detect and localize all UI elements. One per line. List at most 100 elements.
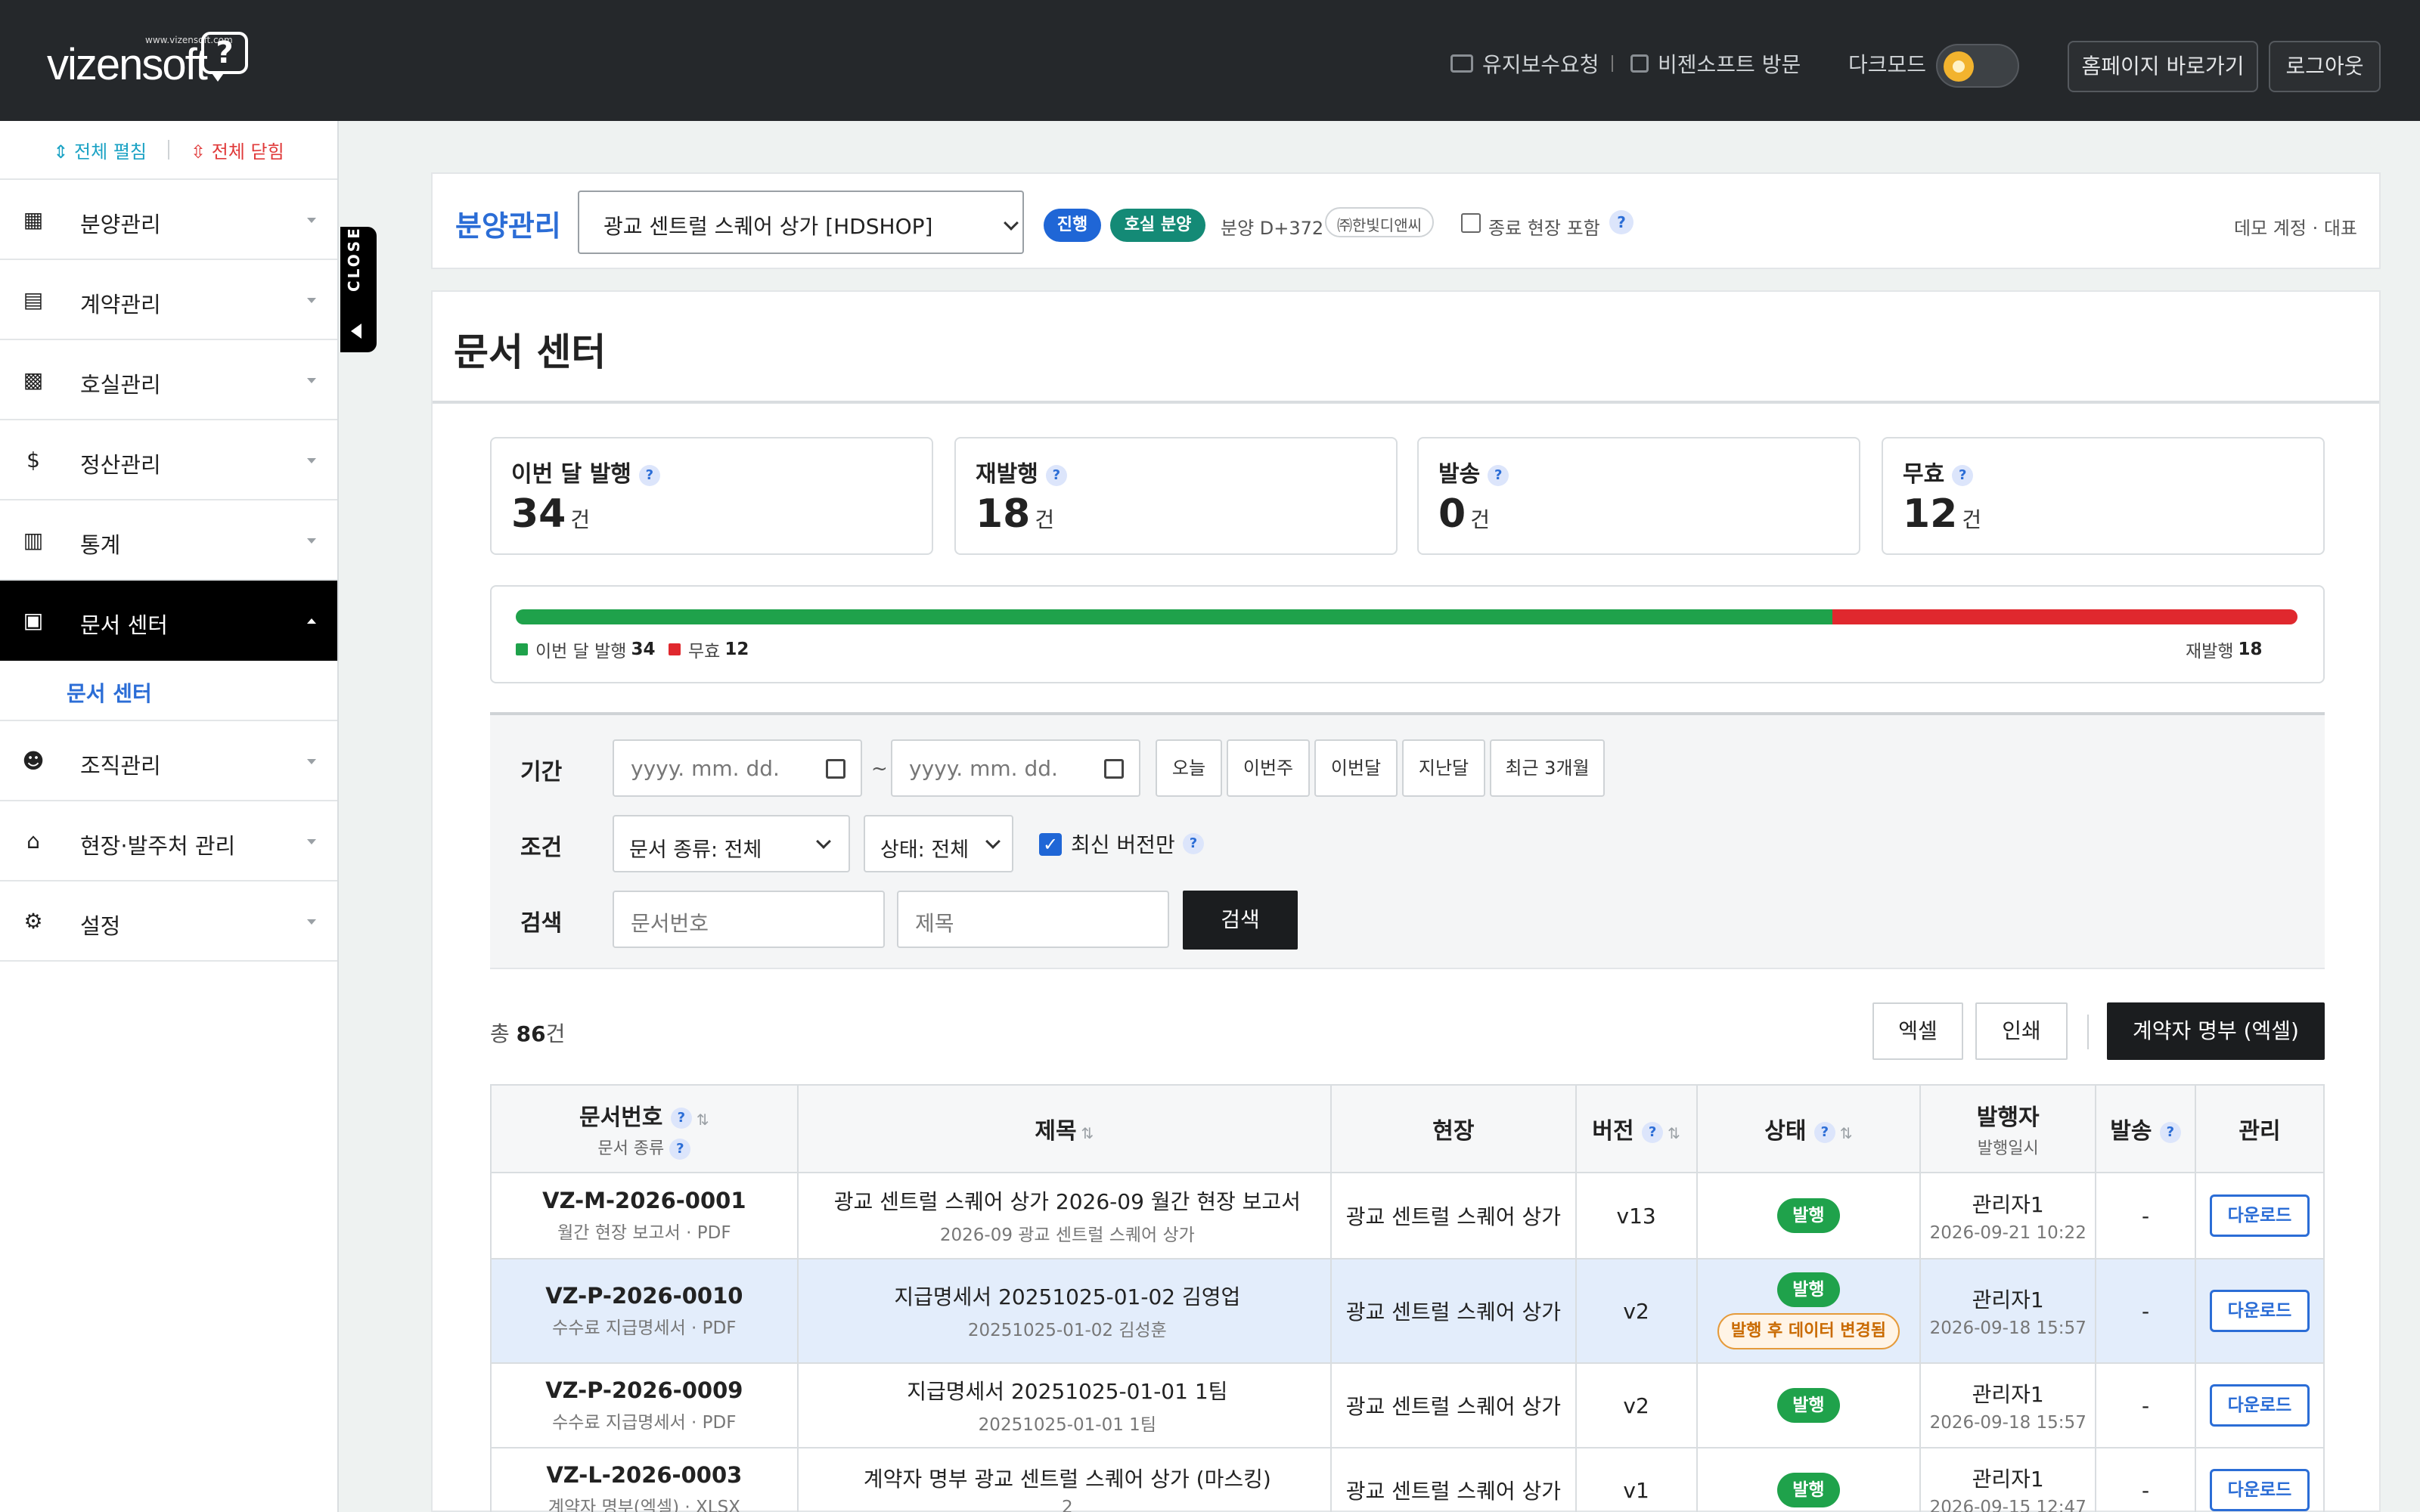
sidebar-item-contracts[interactable]: ▤ 계약관리 <box>0 260 337 340</box>
table-row[interactable]: VZ-P-2026-0009 수수료 지급명세서 · PDF 지급명세서 2025… <box>490 1362 2325 1448</box>
site-select[interactable]: 광교 센트럴 스퀘어 상가 [HDSHOP] <box>578 191 1024 254</box>
download-button[interactable]: 다운로드 <box>2209 1194 2310 1237</box>
sort-icon[interactable]: ⇅ <box>1668 1124 1680 1142</box>
dark-mode-toggle[interactable] <box>1936 44 2019 88</box>
search-button[interactable]: 검색 <box>1183 891 1298 950</box>
doc-title: 지급명세서 20251025-01-01 1팀 <box>907 1379 1228 1404</box>
doc-number[interactable]: VZ-L-2026-0003 <box>546 1462 742 1488</box>
legend-reissued: 재발행 18 <box>2186 640 2263 662</box>
doc-type-select[interactable]: 문서 종류: 전체 <box>613 815 850 872</box>
help-icon[interactable]: ? <box>1609 210 1634 234</box>
expand-all-button[interactable]: ⇕ 전체 펼침 <box>53 137 147 163</box>
title-search-input[interactable]: 제목 <box>897 891 1169 948</box>
visit-vizensoft-link[interactable]: 비젠소프트 방문 <box>1630 48 1801 79</box>
panel-header: 문서 센터 <box>433 292 2379 404</box>
quick-last-month-button[interactable]: 지난달 <box>1402 739 1485 797</box>
doc-type: 수수료 지급명세서 · PDF <box>552 1413 737 1433</box>
docno-search-input[interactable]: 문서번호 <box>613 891 885 948</box>
maintenance-link[interactable]: 유지보수요청 <box>1450 48 1625 79</box>
include-closed-checkbox[interactable] <box>1461 213 1481 233</box>
sidebar-item-statistics[interactable]: ▥ 통계 <box>0 500 337 581</box>
calendar-icon[interactable] <box>1104 759 1124 779</box>
issue-ratio-bar <box>516 609 2297 624</box>
chevron-down-icon <box>816 834 831 849</box>
help-icon[interactable]: ? <box>1045 464 1067 486</box>
help-icon[interactable]: ? <box>638 464 660 486</box>
issued-bar-segment <box>516 609 1833 624</box>
doc-number[interactable]: VZ-P-2026-0009 <box>545 1377 743 1403</box>
quick-this-month-button[interactable]: 이번달 <box>1314 739 1398 797</box>
homepage-button[interactable]: 홈페이지 바로가기 <box>2068 41 2258 92</box>
sidebar-item-organization[interactable]: ☻ 조직관리 <box>0 721 337 801</box>
help-icon[interactable]: ? <box>1183 833 1204 854</box>
col-title[interactable]: 제목 ⇅ <box>796 1084 1333 1173</box>
sidebar-close-tab[interactable]: CLOSE <box>340 226 377 352</box>
start-date-input[interactable]: yyyy. mm. dd. <box>613 739 862 797</box>
chevron-down-icon <box>307 839 316 844</box>
end-date-input[interactable]: yyyy. mm. dd. <box>891 739 1140 797</box>
legend-swatch-red <box>669 643 681 655</box>
doc-number[interactable]: VZ-M-2026-0001 <box>542 1188 746 1213</box>
help-icon[interactable]: ? <box>1488 464 1509 486</box>
help-icon[interactable]: ? <box>1813 1121 1835 1143</box>
expand-collapse-row: ⇕ 전체 펼침 ⇳ 전체 닫힘 <box>0 121 337 180</box>
sort-icon[interactable]: ⇅ <box>1840 1124 1853 1142</box>
sort-icon[interactable]: ⇅ <box>1081 1124 1094 1142</box>
issued-at: 2026-09-18 15:57 <box>1929 1318 2086 1338</box>
site-bar-title: 분양관리 <box>455 209 561 243</box>
issuer-name: 관리자1 <box>1972 1287 2044 1312</box>
calendar-icon[interactable] <box>826 759 845 779</box>
download-button[interactable]: 다운로드 <box>2209 1290 2310 1332</box>
help-icon[interactable]: ? <box>670 1108 692 1129</box>
submenu-document-center[interactable]: 문서 센터 <box>0 661 337 721</box>
help-icon[interactable]: ? <box>1642 1121 1664 1143</box>
quick-today-button[interactable]: 오늘 <box>1156 739 1222 797</box>
sidebar-item-document-center[interactable]: ▣ 문서 센터 <box>0 581 337 661</box>
table-row[interactable]: VZ-P-2026-0010 수수료 지급명세서 · PDF 지급명세서 2025… <box>490 1258 2325 1364</box>
help-icon[interactable]: ? <box>1952 464 1974 486</box>
top-bar: www.vizensoft.com vizensoft ? 유지보수요청 비젠소… <box>0 0 2420 121</box>
stat-card-sent: 발송? 0건 <box>1417 437 1860 555</box>
sort-icon[interactable]: ⇅ <box>697 1111 709 1129</box>
chevron-up-icon <box>307 618 316 624</box>
quick-last-3-months-button[interactable]: 최근 3개월 <box>1490 739 1605 797</box>
logo-brand: vizensoft <box>47 40 208 89</box>
col-send: 발송 ? <box>2095 1084 2196 1173</box>
doc-version: v1 <box>1575 1447 1698 1512</box>
quick-this-week-button[interactable]: 이번주 <box>1227 739 1310 797</box>
help-icon[interactable]: ? <box>2159 1121 2181 1143</box>
table-row[interactable]: VZ-L-2026-0003 계약자 명부(엑셀) · XLSX 계약자 명부 광… <box>490 1447 2325 1512</box>
print-button[interactable]: 인쇄 <box>1975 1002 2068 1060</box>
sidebar-item-rooms[interactable]: ▩ 호실관리 <box>0 340 337 420</box>
vizensoft-logo[interactable]: www.vizensoft.com vizensoft ? <box>47 30 259 91</box>
latest-only-checkbox[interactable]: ✓ <box>1039 833 1062 856</box>
table-row[interactable]: VZ-M-2026-0001 월간 현장 보고서 · PDF 광교 센트럴 스퀘어… <box>490 1172 2325 1259</box>
logout-button[interactable]: 로그아웃 <box>2269 41 2381 92</box>
download-button[interactable]: 다운로드 <box>2209 1469 2310 1511</box>
doc-type: 계약자 명부(엑셀) · XLSX <box>548 1498 740 1512</box>
help-icon[interactable]: ? <box>669 1138 691 1160</box>
sidebar-item-settings[interactable]: ⚙ 설정 <box>0 881 337 962</box>
status-select[interactable]: 상태: 전체 <box>864 815 1013 872</box>
monitor-icon <box>1450 54 1473 73</box>
sidebar-item-sales[interactable]: ▦ 분양관리 <box>0 180 337 260</box>
excel-button[interactable]: 엑셀 <box>1872 1002 1963 1060</box>
col-version[interactable]: 버전 ? ⇅ <box>1575 1084 1698 1173</box>
doc-subtitle: 2026-09 광교 센트럴 스퀘어 상가 <box>939 1225 1195 1245</box>
legend-void: 무효 12 <box>669 637 749 662</box>
doc-site: 광교 센트럴 스퀘어 상가 <box>1330 1447 1577 1512</box>
sidebar-item-sites-clients[interactable]: ⌂ 현장·발주처 관리 <box>0 801 337 881</box>
document-center-panel: 문서 센터 이번 달 발행? 34 건 재발행? 18 건 발송? 0건 무효? 1… <box>431 290 2381 1512</box>
col-status[interactable]: 상태 ? ⇅ <box>1696 1084 1922 1173</box>
issuer-name: 관리자1 <box>1972 1382 2044 1407</box>
chevron-down-icon <box>307 458 316 463</box>
download-button[interactable]: 다운로드 <box>2209 1384 2310 1427</box>
doc-number[interactable]: VZ-P-2026-0010 <box>545 1283 743 1309</box>
stat-label: 발송 <box>1438 461 1481 488</box>
grid-icon: ▩ <box>23 367 44 392</box>
sidebar-item-settlement[interactable]: $ 정산관리 <box>0 420 337 500</box>
chevron-down-icon <box>307 919 316 925</box>
collapse-all-button[interactable]: ⇳ 전체 닫힘 <box>191 137 284 163</box>
col-docno[interactable]: 문서번호 ? ⇅ 문서 종류 ? <box>490 1084 799 1173</box>
contract-roster-excel-button[interactable]: 계약자 명부 (엑셀) <box>2107 1002 2325 1060</box>
